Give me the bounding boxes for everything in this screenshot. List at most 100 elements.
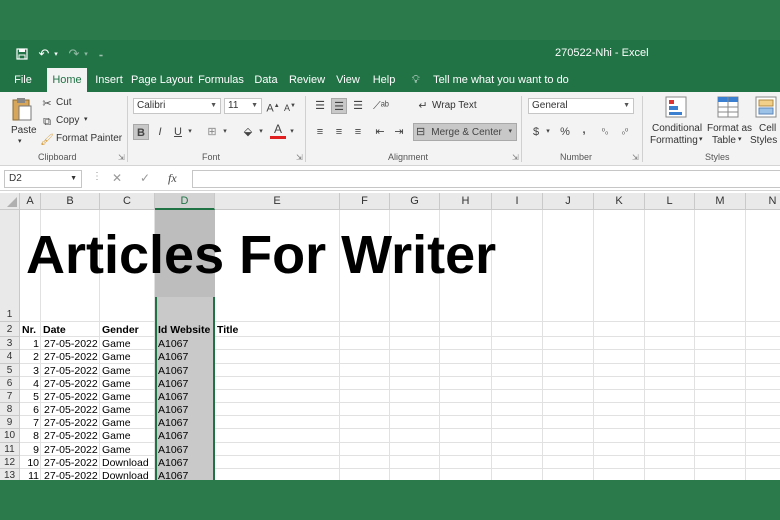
select-all-corner[interactable] bbox=[0, 193, 20, 210]
fill-color-dropdown-icon[interactable]: ▾ bbox=[257, 124, 265, 140]
header-id-website[interactable]: Id Website bbox=[158, 323, 210, 338]
row-header-9[interactable]: 9 bbox=[0, 416, 20, 429]
font-family-select[interactable]: Calibri ▼ bbox=[133, 98, 221, 114]
row-header-8[interactable]: 8 bbox=[0, 403, 20, 416]
copy-dropdown-icon[interactable]: ▾ bbox=[84, 115, 88, 123]
tab-insert[interactable]: Insert bbox=[90, 68, 128, 92]
cell-id[interactable]: A1067 bbox=[158, 429, 213, 444]
row-header-5[interactable]: 5 bbox=[0, 364, 20, 377]
redo-dropdown-icon[interactable]: ▾ bbox=[82, 46, 90, 62]
underline-dropdown-icon[interactable]: ▾ bbox=[186, 124, 194, 140]
cell-date[interactable]: 27-05-2022 bbox=[44, 350, 99, 365]
column-header-n[interactable]: N bbox=[746, 193, 780, 210]
cell-id[interactable]: A1067 bbox=[158, 350, 213, 365]
number-launcher-icon[interactable]: ⇲ bbox=[632, 153, 639, 162]
column-header-e[interactable]: E bbox=[215, 193, 340, 210]
tab-view[interactable]: View bbox=[333, 68, 363, 92]
merge-center-button[interactable]: ⊟ Merge & Center ▾ bbox=[413, 123, 517, 141]
currency-icon[interactable]: $ bbox=[530, 124, 542, 140]
column-header-a[interactable]: A bbox=[20, 193, 41, 210]
align-bottom-icon[interactable]: ☰ bbox=[350, 98, 366, 114]
column-header-h[interactable]: H bbox=[440, 193, 492, 210]
sheet-title[interactable]: Articles For Writer bbox=[26, 225, 496, 285]
column-header-i[interactable]: I bbox=[492, 193, 543, 210]
clipboard-launcher-icon[interactable]: ⇲ bbox=[118, 153, 125, 162]
formula-input[interactable] bbox=[192, 170, 780, 188]
row-header-6[interactable]: 6 bbox=[0, 377, 20, 390]
borders-icon[interactable]: ⊞ bbox=[204, 124, 220, 140]
row-header-13[interactable]: 13 bbox=[0, 469, 20, 480]
orientation-icon[interactable]: ⟋ᵃᵇ bbox=[372, 98, 390, 114]
borders-dropdown-icon[interactable]: ▾ bbox=[221, 124, 229, 140]
decrease-font-icon[interactable]: A▼ bbox=[283, 98, 297, 114]
align-top-icon[interactable]: ☰ bbox=[312, 98, 328, 114]
column-header-m[interactable]: M bbox=[695, 193, 746, 210]
tab-data[interactable]: Data bbox=[251, 68, 281, 92]
align-left-icon[interactable]: ≡ bbox=[312, 124, 328, 140]
paste-button[interactable]: Paste ▾ bbox=[8, 96, 37, 148]
cell-gender[interactable]: Download bbox=[102, 469, 154, 480]
underline-button[interactable]: U bbox=[171, 124, 185, 140]
tab-home[interactable]: Home bbox=[47, 68, 87, 92]
undo-dropdown-icon[interactable]: ▾ bbox=[52, 46, 60, 62]
conditional-formatting-button[interactable]: Conditional Formatting ▾ bbox=[648, 96, 704, 150]
enter-icon[interactable]: ✓ bbox=[140, 171, 150, 185]
tab-file[interactable]: File bbox=[8, 68, 38, 92]
row-header-2[interactable]: 2 bbox=[0, 322, 20, 337]
wrap-text-icon[interactable]: ↵ bbox=[416, 98, 430, 114]
currency-dropdown-icon[interactable]: ▾ bbox=[544, 124, 552, 140]
column-header-f[interactable]: F bbox=[340, 193, 390, 210]
font-launcher-icon[interactable]: ⇲ bbox=[296, 153, 303, 162]
copy-icon[interactable]: ⧉ bbox=[40, 114, 54, 130]
column-header-j[interactable]: J bbox=[543, 193, 594, 210]
fill-color-icon[interactable]: ⬙ bbox=[240, 124, 256, 140]
more-options-icon[interactable]: ⋮ bbox=[92, 171, 102, 182]
undo-icon[interactable]: ↶ bbox=[36, 46, 52, 62]
increase-font-icon[interactable]: A▲ bbox=[266, 98, 280, 115]
align-center-icon[interactable]: ≡ bbox=[331, 124, 347, 140]
column-header-b[interactable]: B bbox=[41, 193, 100, 210]
number-format-select[interactable]: General ▼ bbox=[528, 98, 634, 114]
cut-button[interactable]: Cut bbox=[56, 97, 72, 108]
name-box[interactable]: D2 ▼ bbox=[4, 170, 82, 188]
font-size-select[interactable]: 11 ▼ bbox=[224, 98, 262, 114]
row-header-7[interactable]: 7 bbox=[0, 390, 20, 403]
alignment-launcher-icon[interactable]: ⇲ bbox=[512, 153, 519, 162]
redo-icon[interactable]: ↷ bbox=[66, 46, 82, 62]
cell-styles-button[interactable]: Cell Styles bbox=[750, 96, 780, 150]
cell-date[interactable]: 27-05-2022 bbox=[44, 469, 99, 480]
column-header-k[interactable]: K bbox=[594, 193, 645, 210]
column-header-l[interactable]: L bbox=[645, 193, 695, 210]
cell-date[interactable]: 27-05-2022 bbox=[44, 429, 99, 444]
align-middle-icon[interactable]: ☰ bbox=[331, 98, 347, 114]
percent-icon[interactable]: % bbox=[558, 124, 572, 140]
column-header-c[interactable]: C bbox=[100, 193, 155, 210]
format-as-table-button[interactable]: Format as Table ▾ bbox=[705, 96, 752, 150]
header-gender[interactable]: Gender bbox=[102, 323, 139, 338]
italic-button[interactable]: I bbox=[153, 124, 167, 140]
header-nr[interactable]: Nr. bbox=[22, 323, 36, 338]
align-right-icon[interactable]: ≡ bbox=[350, 124, 366, 140]
decrease-indent-icon[interactable]: ⇤ bbox=[372, 124, 388, 140]
cancel-icon[interactable]: ✕ bbox=[112, 171, 122, 185]
row-header-4[interactable]: 4 bbox=[0, 350, 20, 364]
format-painter-icon[interactable]: 🖌︎ bbox=[40, 132, 54, 148]
tab-help[interactable]: Help bbox=[369, 68, 399, 92]
column-header-g[interactable]: G bbox=[390, 193, 440, 210]
tell-me-box[interactable]: 💡︎ Tell me what you want to do bbox=[412, 68, 569, 92]
comma-icon[interactable]: , bbox=[578, 122, 590, 138]
cell-id[interactable]: A1067 bbox=[158, 469, 213, 480]
cell-nr[interactable]: 11 bbox=[22, 469, 39, 480]
row-header-11[interactable]: 11 bbox=[0, 443, 20, 456]
customize-toolbar-icon[interactable]: ₌ bbox=[96, 46, 106, 62]
format-painter-button[interactable]: Format Painter bbox=[56, 133, 122, 144]
cell-gender[interactable]: Game bbox=[102, 429, 154, 444]
row-header-1[interactable]: 1 bbox=[0, 210, 20, 322]
cut-icon[interactable]: ✂ bbox=[40, 96, 54, 112]
increase-decimal-icon[interactable]: ⁰₀ bbox=[597, 124, 613, 140]
row-header-12[interactable]: 12 bbox=[0, 456, 20, 469]
header-date[interactable]: Date bbox=[43, 323, 66, 338]
insert-function-icon[interactable]: fx bbox=[168, 171, 177, 186]
decrease-decimal-icon[interactable]: ₀⁰ bbox=[617, 124, 633, 140]
cell-gender[interactable]: Game bbox=[102, 350, 154, 365]
